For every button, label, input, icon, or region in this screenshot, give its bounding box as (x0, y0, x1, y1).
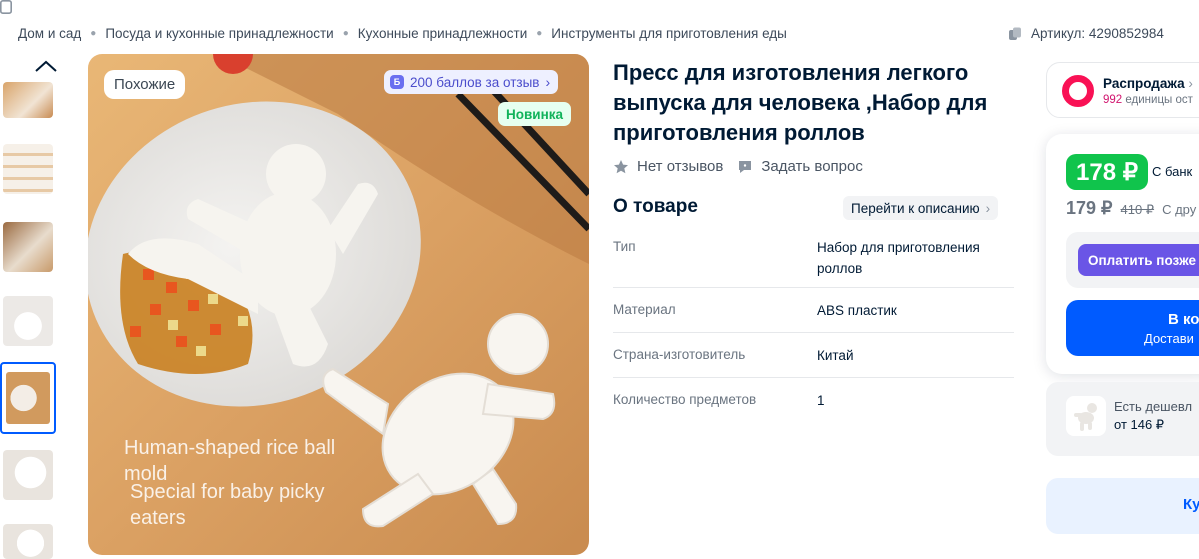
image-caption-line3: Special for baby picky (130, 481, 325, 503)
cheaper-offer-text: Есть дешевл (1114, 399, 1193, 414)
ask-question-link[interactable]: Задать вопрос (737, 158, 863, 175)
thumbnail-6[interactable] (3, 450, 53, 500)
thumbnail-3[interactable] (3, 222, 53, 272)
breadcrumb-tableware[interactable]: Посуда и кухонные принадлежности (105, 26, 333, 41)
article-text: Артикул: 4290852984 (1031, 26, 1164, 41)
breadcrumb-separator: ● (342, 28, 349, 39)
breadcrumb-separator: ● (90, 28, 97, 39)
thumbnail-2[interactable] (3, 144, 53, 194)
chat-bubble-icon (737, 159, 753, 175)
spec-key: Тип (613, 239, 636, 254)
ask-question-label: Задать вопрос (761, 158, 863, 175)
sale-remaining: 992 единицы ост (1103, 94, 1193, 106)
regular-price: 179 ₽ (1066, 198, 1113, 218)
goto-description-button[interactable]: Перейти к описанию › (843, 196, 999, 220)
spec-value: 1 (817, 393, 825, 408)
goto-description-label: Перейти к описанию (851, 200, 980, 216)
product-page: Дом и сад ● Посуда и кухонные принадлежн… (0, 0, 1199, 559)
spec-value: ABS пластик (817, 303, 897, 318)
copy-icon[interactable] (0, 0, 12, 18)
cheaper-offer-card[interactable]: Есть дешевл от 146 ₽ (1046, 382, 1199, 456)
cheaper-offer-price: от 146 ₽ (1114, 417, 1165, 432)
spec-row: Тип Набор для приготовления роллов (613, 230, 1014, 288)
spec-value: Китай (817, 348, 854, 363)
no-reviews-label: Нет отзывов (637, 158, 724, 175)
spec-row: Количество предметов 1 (613, 378, 1014, 421)
add-to-cart-button[interactable]: В ко Достави (1066, 300, 1199, 356)
breadcrumb-home-garden[interactable]: Дом и сад (18, 26, 81, 41)
breadcrumb: Дом и сад ● Посуда и кухонные принадлежн… (18, 26, 787, 41)
similar-badge[interactable]: Похожие (104, 70, 186, 99)
regular-price-row: 179 ₽ 410 ₽ С дру (1066, 198, 1196, 219)
spec-row: Страна-изготовитель Китай (613, 333, 1014, 378)
delivery-label: Достави (1144, 331, 1194, 346)
chevron-up-icon[interactable] (32, 56, 60, 76)
about-product-heading: О товаре (613, 196, 698, 217)
card-price-label: С банк (1152, 164, 1193, 179)
buy-now-label: Ку (1183, 496, 1199, 513)
regular-price-label: С дру (1162, 202, 1197, 217)
chevron-right-icon: › (985, 200, 991, 216)
reviews-link[interactable]: Нет отзывов (613, 158, 723, 175)
sale-promo-card[interactable]: Распродажа › 992 единицы ост (1046, 62, 1199, 118)
sale-title: Распродажа › (1103, 76, 1193, 91)
spec-value: Набор для приготовления роллов (817, 240, 980, 276)
specs-table: Тип Набор для приготовления роллов Матер… (613, 230, 1014, 421)
spec-row: Материал ABS пластик (613, 288, 1014, 333)
product-title: Пресс для изготовления легкого выпуска д… (613, 60, 988, 145)
thumbnail-5-selected[interactable] (0, 362, 56, 434)
points-icon: Б (390, 75, 404, 89)
spec-key: Материал (613, 302, 676, 317)
product-meta: Нет отзывов Задать вопрос (613, 158, 877, 175)
review-points-label: 200 баллов за отзыв (410, 74, 540, 90)
spec-key: Количество предметов (613, 392, 757, 407)
cheaper-offer-thumbnail (1066, 396, 1106, 436)
price-panel: 178 ₽ С банк 179 ₽ 410 ₽ С дру Оплатить … (1046, 134, 1199, 374)
chevron-right-icon: › (545, 74, 551, 90)
copy-icon (1008, 27, 1022, 41)
sale-ring-icon (1062, 75, 1094, 107)
thumbnail-7[interactable] (3, 524, 53, 559)
review-points-badge[interactable]: Б 200 баллов за отзыв › (384, 70, 559, 94)
image-caption-line1: Human-shaped rice ball (124, 437, 336, 459)
old-price: 410 ₽ (1120, 202, 1155, 217)
image-caption-line4: eaters (130, 507, 186, 529)
spec-key: Страна-изготовитель (613, 347, 746, 362)
breadcrumb-separator: ● (536, 28, 543, 39)
pay-later-button[interactable]: Оплатить позже (1078, 244, 1199, 276)
thumbnail-4[interactable] (3, 296, 53, 346)
new-badge: Новинка (498, 102, 572, 126)
breadcrumb-cooking-tools[interactable]: Инструменты для приготовления еды (551, 26, 787, 41)
breadcrumb-kitchen-tools[interactable]: Кухонные принадлежности (358, 26, 528, 41)
card-price: 178 ₽ (1066, 154, 1148, 190)
add-to-cart-label: В ко (1168, 311, 1199, 328)
buy-now-button[interactable]: Ку (1046, 478, 1199, 534)
article-number[interactable]: Артикул: 4290852984 (1008, 26, 1164, 41)
star-icon (613, 159, 629, 175)
thumbnail-1[interactable] (3, 82, 53, 118)
